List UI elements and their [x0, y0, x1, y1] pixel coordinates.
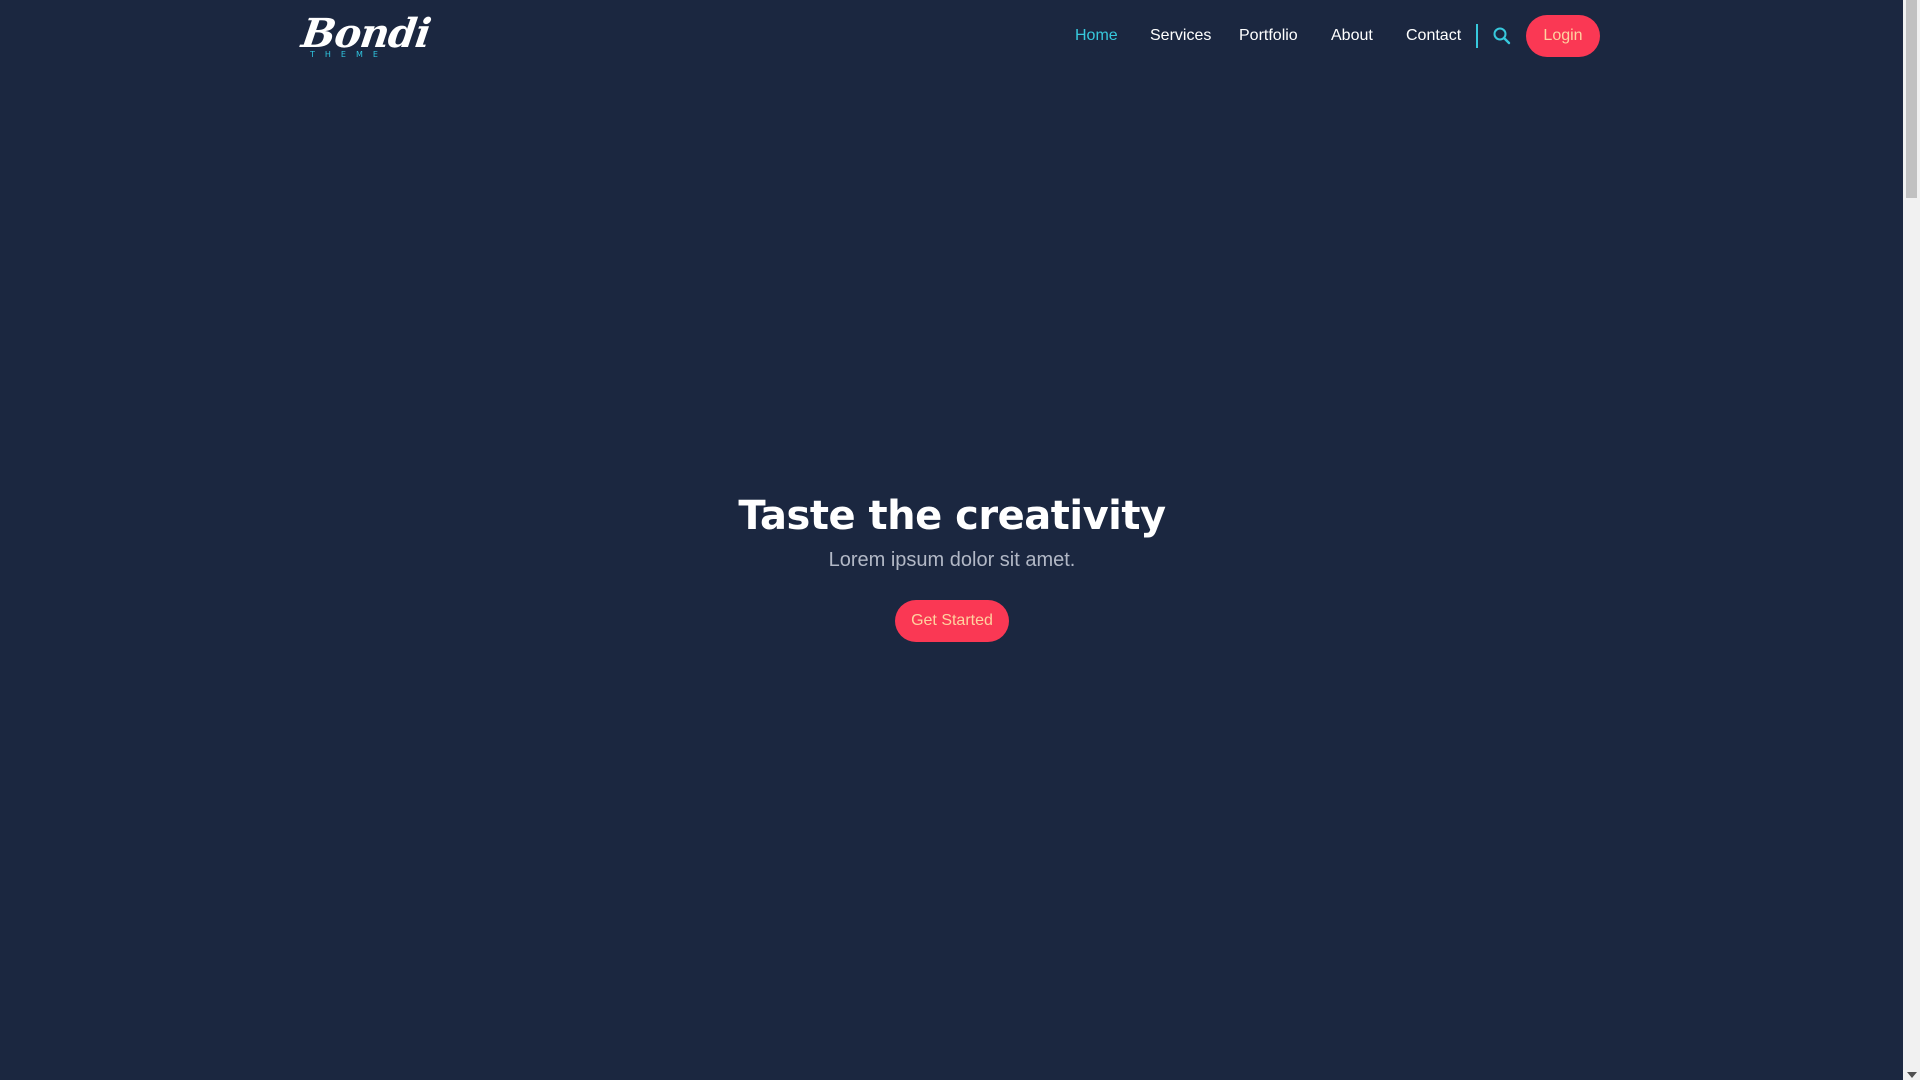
nav-link-portfolio[interactable]: Portfolio — [1239, 24, 1298, 48]
nav-link-about[interactable]: About — [1331, 24, 1373, 48]
scroll-down-arrow-icon[interactable] — [1907, 1072, 1917, 1078]
hero-title: Taste the creativity — [738, 493, 1166, 539]
nav-divider — [1476, 24, 1478, 48]
nav-link-contact[interactable]: Contact — [1406, 24, 1461, 48]
logo-subtitle: THEME — [310, 50, 388, 59]
get-started-button[interactable]: Get Started — [895, 600, 1009, 642]
brand-logo[interactable]: Bondi THEME — [299, 10, 433, 60]
nav-link-services[interactable]: Services — [1150, 24, 1211, 48]
hero-section: Taste the creativity Lorem ipsum dolor s… — [0, 490, 1904, 642]
site-header: Bondi THEME Home Services Portfolio Abou… — [0, 0, 1900, 72]
scrollbar-thumb[interactable] — [1906, 0, 1917, 198]
page: Bondi THEME Home Services Portfolio Abou… — [0, 0, 1920, 1080]
vertical-scrollbar[interactable] — [1903, 0, 1920, 1080]
search-icon[interactable] — [1492, 26, 1512, 46]
nav-link-home[interactable]: Home — [1075, 24, 1118, 48]
hero-subtitle: Lorem ipsum dolor sit amet. — [828, 549, 1076, 571]
login-button[interactable]: Login — [1526, 15, 1600, 57]
